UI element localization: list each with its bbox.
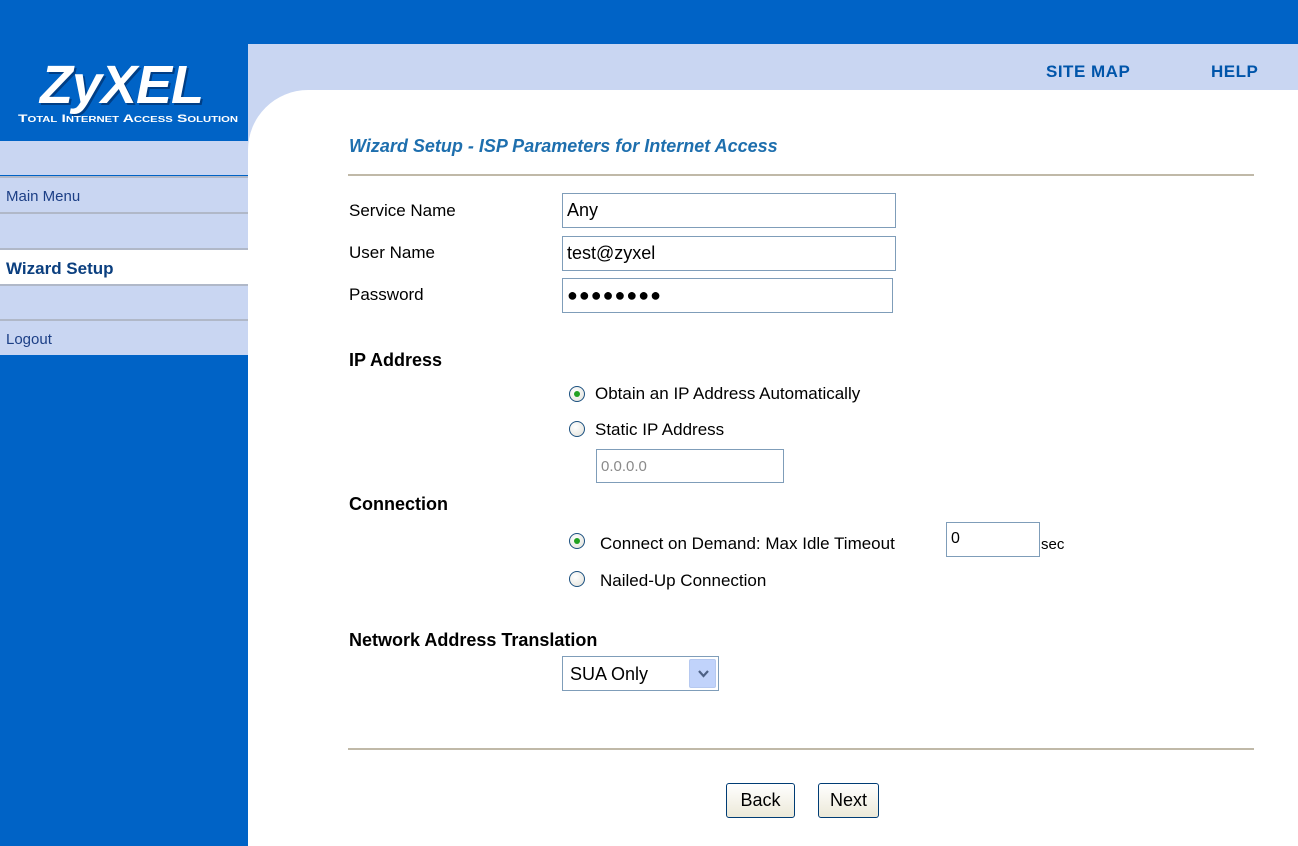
user-name-label: User Name	[349, 243, 435, 262]
divider-top	[348, 174, 1254, 176]
top-banner	[0, 0, 1298, 44]
connect-on-demand-radio[interactable]	[569, 533, 585, 549]
logo-tagline: Total Internet Access Solution	[18, 112, 240, 126]
next-button[interactable]: Next	[818, 783, 879, 818]
help-link[interactable]: HELP	[1211, 62, 1258, 82]
chevron-down-icon[interactable]	[689, 659, 716, 688]
nat-heading: Network Address Translation	[349, 630, 598, 650]
ip-auto-radio[interactable]	[569, 386, 585, 402]
page-title: Wizard Setup - ISP Parameters for Intern…	[349, 136, 778, 156]
svg-text:Total Internet Access Solution: Total Internet Access Solution	[18, 113, 238, 125]
password-field[interactable]: ●●●●●●●●	[562, 278, 893, 313]
sidebar-item-logout[interactable]: Logout	[0, 321, 248, 355]
ip-static-label[interactable]: Static IP Address	[595, 420, 724, 440]
connection-heading: Connection	[349, 494, 448, 514]
service-name-label: Service Name	[349, 201, 456, 220]
nat-select-value: SUA Only	[570, 664, 649, 684]
password-label: Password	[349, 285, 424, 304]
logo-text: ZyXEL	[40, 55, 204, 115]
back-button[interactable]: Back	[726, 783, 795, 818]
zyxel-logo: ZyXEL Total Internet Access Solution	[5, 44, 245, 134]
sidebar-spacer	[0, 214, 248, 248]
static-ip-input[interactable]	[596, 449, 784, 483]
site-map-link[interactable]: SITE MAP	[1046, 62, 1130, 82]
nat-select[interactable]: SUA Only	[562, 656, 719, 691]
ip-auto-label[interactable]: Obtain an IP Address Automatically	[595, 384, 860, 404]
sidebar-spacer	[0, 141, 248, 175]
user-name-input[interactable]	[562, 236, 896, 271]
sidebar-item-main-menu[interactable]: Main Menu	[0, 178, 248, 214]
nailed-up-radio[interactable]	[569, 571, 585, 587]
header-bar	[248, 44, 1298, 90]
connect-on-demand-label[interactable]: Connect on Demand: Max Idle Timeout	[600, 534, 895, 554]
sidebar-item-wizard-setup[interactable]: Wizard Setup	[0, 250, 248, 286]
ip-static-radio[interactable]	[569, 421, 585, 437]
service-name-input[interactable]	[562, 193, 896, 228]
ip-address-heading: IP Address	[349, 350, 443, 370]
idle-timeout-input[interactable]	[946, 522, 1040, 557]
nailed-up-label[interactable]: Nailed-Up Connection	[600, 571, 766, 591]
idle-timeout-unit: sec	[1041, 536, 1065, 553]
sidebar-spacer	[0, 286, 248, 320]
divider-bottom	[348, 748, 1254, 750]
